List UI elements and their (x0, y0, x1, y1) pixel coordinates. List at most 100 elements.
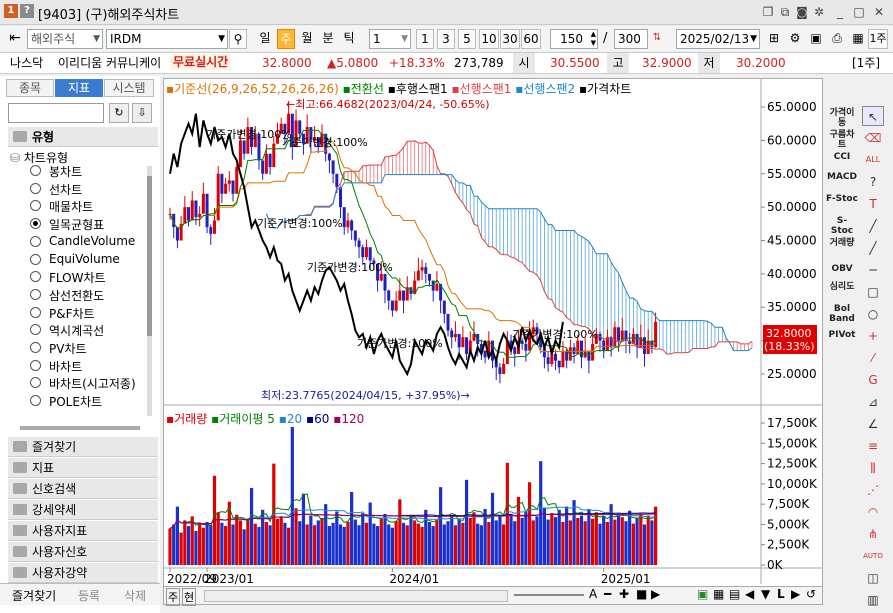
chart-scrollbar[interactable] (204, 590, 508, 602)
chart-type-label[interactable]: 선차트 (49, 181, 82, 198)
chart-type-label[interactable]: 바차트(시고저종) (49, 375, 136, 392)
down-arrow-icon[interactable]: ▼ (761, 587, 770, 601)
retracement-icon[interactable]: ≡ (862, 436, 884, 456)
chart-type-label[interactable]: 봉차트 (49, 163, 82, 180)
font-size-icon[interactable]: A (589, 587, 597, 601)
chart-type-label[interactable]: EquiVolume (49, 252, 120, 266)
chart-type-radio[interactable] (30, 200, 41, 212)
angle-icon[interactable]: ∠ (862, 414, 884, 434)
indicator-button[interactable]: 거래량 (826, 238, 858, 258)
date-select[interactable]: 2025/02/13 ▼ (676, 29, 760, 49)
indicator-button[interactable]: PIVot (826, 330, 858, 342)
tab-system[interactable]: 시스템 (104, 79, 154, 97)
camera-icon[interactable]: ◙ (794, 4, 810, 20)
group-item[interactable]: 강세약세 (8, 500, 158, 520)
toggle-panel-icon[interactable]: ◫ (862, 568, 884, 588)
next-icon[interactable]: ▶ (651, 587, 660, 601)
interval-select[interactable]: 1 ▼ (369, 29, 411, 49)
list-scrollbar[interactable] (147, 166, 152, 416)
print-icon[interactable]: ⎙ (828, 29, 846, 49)
interval-1[interactable]: 1 (416, 29, 434, 49)
chart-type-label[interactable]: 매물차트 (49, 198, 93, 215)
chart-area[interactable]: 65.0000 60.0000 55.0000 50.0000 45.0000 40.00… (163, 78, 823, 606)
all-erase-icon[interactable]: ALL (862, 150, 884, 170)
plus-icon[interactable]: ✚ (619, 587, 629, 601)
interval-30[interactable]: 30 (500, 29, 520, 49)
chart-type-radio[interactable] (30, 395, 41, 407)
total-input[interactable]: 300 (614, 29, 648, 49)
chart-type-radio[interactable] (30, 288, 41, 300)
maximize-icon[interactable]: □ (851, 4, 867, 20)
minus-icon[interactable]: ━ (604, 587, 611, 601)
channel-icon[interactable]: ╱ (862, 238, 884, 258)
reset-icon[interactable]: ↺ (806, 587, 816, 601)
download-icon[interactable]: ⇩ (132, 103, 152, 123)
file-icon[interactable]: ▥ (862, 590, 884, 610)
table-icon[interactable]: ▦ (713, 587, 724, 601)
chart-type-label[interactable]: FLOW차트 (49, 269, 106, 286)
group-item[interactable]: 신호검색 (8, 479, 158, 499)
group-item[interactable]: 사용자신호 (8, 542, 158, 562)
indicator-button[interactable]: S-Stoc (826, 216, 858, 236)
chart-type-label[interactable]: 일목균형표 (49, 216, 104, 233)
minimize-icon[interactable]: _ (832, 4, 848, 20)
gann-icon[interactable]: ⁄ (862, 348, 884, 368)
indicator-button[interactable]: Bol Band (826, 304, 858, 324)
zoom-slider[interactable] (514, 589, 584, 601)
scrollbar-thumb[interactable] (147, 176, 152, 336)
period-minute[interactable]: 분 (319, 29, 337, 49)
cursor-icon[interactable]: ↖ (862, 106, 884, 126)
interval-60[interactable]: 60 (521, 29, 541, 49)
interval-5[interactable]: 5 (458, 29, 476, 49)
indicator-button[interactable]: 심리도 (826, 282, 858, 302)
indicator-search-input[interactable] (8, 103, 104, 123)
group-type[interactable]: 유형 (8, 127, 158, 147)
settings-icon[interactable]: ✲ (811, 4, 827, 20)
speedline-icon[interactable]: ⋰ (862, 480, 884, 500)
chart-type-radio[interactable] (30, 359, 41, 371)
tab-favorites[interactable]: 즐겨찾기 (12, 587, 56, 604)
tab-delete[interactable]: 삭제 (124, 587, 146, 604)
save-icon[interactable]: ▣ (807, 29, 825, 49)
refresh-icon[interactable]: ⇅ (649, 29, 665, 49)
chart-type-radio[interactable] (30, 182, 41, 194)
rect-icon[interactable]: □ (862, 282, 884, 302)
auto-icon[interactable]: AUTO (862, 546, 884, 566)
chart-type-radio[interactable] (30, 306, 41, 318)
reload-icon[interactable]: ↻ (109, 103, 129, 123)
chart-type-label[interactable]: POLE차트 (49, 393, 102, 410)
indicator-button[interactable]: OBV (826, 264, 858, 276)
chart-type-radio[interactable] (30, 218, 41, 230)
period-day[interactable]: 일 (256, 29, 274, 49)
chart-type-radio[interactable] (30, 253, 41, 265)
tab-register[interactable]: 등록 (78, 587, 100, 604)
circle-icon[interactable]: ○ (862, 304, 884, 324)
group-item[interactable]: 사용자지표 (8, 521, 158, 541)
chart-icon[interactable]: ▤ (729, 587, 740, 601)
arc-icon[interactable]: ◠ (862, 502, 884, 522)
interval-10[interactable]: 10 (479, 29, 499, 49)
cycle-icon[interactable]: ⫼ (862, 458, 884, 478)
help-icon[interactable]: ? (20, 4, 34, 18)
chart-type-radio[interactable] (30, 342, 41, 353)
log-icon[interactable]: L (777, 587, 785, 601)
symbol-input[interactable]: IRDM ▼ (106, 29, 228, 49)
grid-icon[interactable]: ▦ (849, 29, 867, 49)
eraser-icon[interactable]: ⌫ (862, 128, 884, 148)
stop-icon[interactable]: ■ (636, 587, 647, 601)
right-arrow-icon[interactable]: ▶ (791, 587, 800, 601)
indicator-button[interactable]: CCI (826, 152, 858, 164)
excel-icon[interactable]: ▣ (697, 587, 708, 601)
unit-button[interactable]: 1주 (868, 29, 888, 49)
period-month[interactable]: 월 (298, 29, 316, 49)
left-arrow-icon[interactable]: ◀ (745, 587, 754, 601)
pin-icon[interactable]: ⇤ (6, 29, 24, 49)
bottom-current[interactable]: 현 (182, 588, 197, 606)
chart-type-label[interactable]: PV차트 (49, 340, 87, 357)
market-select[interactable]: 해외주식 ▼ (27, 29, 103, 49)
chart-type-radio[interactable] (30, 324, 41, 336)
indicator-button[interactable]: F-Stoc (826, 194, 858, 214)
chart-type-label[interactable]: 삼선전환도 (49, 287, 104, 304)
indicator-button[interactable]: 가격이동 (826, 108, 858, 128)
chart-canvas[interactable]: 65.0000 60.0000 55.0000 50.0000 45.0000 40.00… (164, 79, 822, 604)
